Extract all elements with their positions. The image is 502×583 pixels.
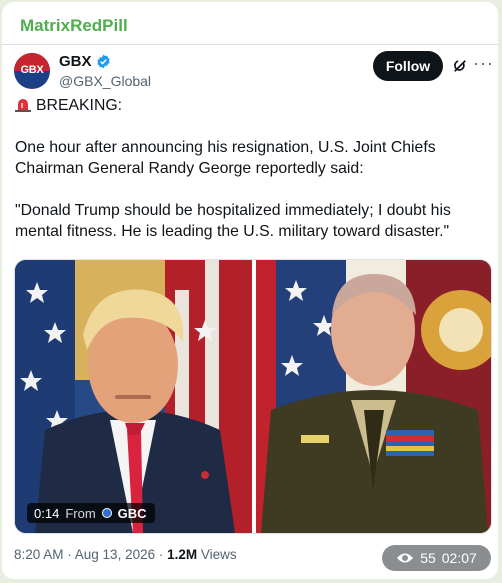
telegram-view-badge: 55 02:07 bbox=[382, 545, 491, 571]
video-source[interactable]: GBC bbox=[118, 506, 147, 521]
verified-badge-icon bbox=[96, 54, 110, 69]
author-name[interactable]: GBX bbox=[59, 53, 92, 70]
breaking-label: BREAKING: bbox=[36, 97, 123, 114]
paragraph-2: "Donald Trump should be hospitalized imm… bbox=[15, 202, 451, 240]
views-label: Views bbox=[200, 547, 237, 562]
timestamp[interactable]: 8:20 AM · Aug 13, 2026 · bbox=[14, 547, 163, 562]
avatar[interactable]: GBX bbox=[14, 53, 50, 89]
photo-right-art bbox=[256, 260, 491, 533]
photo-left-art bbox=[15, 260, 252, 533]
more-options-icon[interactable]: ··· bbox=[473, 53, 494, 74]
channel-name[interactable]: MatrixRedPill bbox=[20, 16, 128, 36]
photo-right[interactable] bbox=[256, 260, 491, 533]
views-count: 1.2M bbox=[167, 547, 198, 562]
media-grid[interactable]: 0:14 From GBC bbox=[14, 259, 492, 534]
paragraph-1: One hour after announcing his resignatio… bbox=[15, 139, 436, 177]
tweet-text: BREAKING: One hour after announcing his … bbox=[15, 95, 485, 263]
tweet-meta: 8:20 AM · Aug 13, 2026 · 1.2M Views bbox=[14, 547, 237, 562]
telegram-time: 02:07 bbox=[441, 550, 477, 566]
source-logo-icon bbox=[101, 508, 112, 518]
video-duration: 0:14 bbox=[34, 505, 60, 521]
siren-icon bbox=[15, 99, 31, 112]
video-badge[interactable]: 0:14 From GBC bbox=[27, 503, 155, 523]
video-from-label: From bbox=[65, 505, 96, 521]
breaking-line: BREAKING: bbox=[15, 95, 485, 116]
message-bubble: MatrixRedPill GBX GBX @GBX_Global Follow… bbox=[2, 2, 498, 579]
grok-icon[interactable] bbox=[451, 57, 469, 75]
author-handle[interactable]: @GBX_Global bbox=[59, 73, 151, 89]
eye-icon bbox=[397, 553, 414, 563]
follow-button[interactable]: Follow bbox=[373, 51, 443, 81]
author-row: GBX bbox=[59, 53, 111, 70]
telegram-view-count: 55 bbox=[420, 550, 436, 566]
avatar-logo-text: GBX bbox=[20, 64, 44, 76]
tweet-card[interactable]: GBX GBX @GBX_Global Follow ··· BREAKING: bbox=[2, 44, 498, 579]
photo-left[interactable] bbox=[15, 260, 252, 533]
